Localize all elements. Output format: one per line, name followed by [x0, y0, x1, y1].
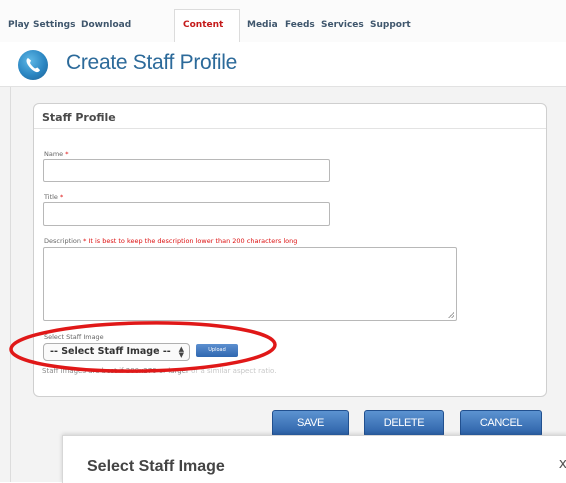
tab-feeds[interactable]: Feeds	[285, 20, 315, 30]
description-length-note: It is best to keep the description lower…	[88, 237, 298, 245]
name-required-mark: *	[65, 150, 69, 158]
title-required-mark: *	[60, 193, 64, 201]
tab-services[interactable]: Services	[321, 20, 364, 30]
annotation-ellipse	[9, 321, 277, 373]
page-header: Create Staff Profile	[0, 42, 566, 87]
cancel-button[interactable]: CANCEL	[460, 410, 542, 437]
title-field[interactable]	[43, 202, 330, 226]
phone-logo-icon	[18, 50, 48, 80]
tab-content[interactable]: Content	[183, 20, 223, 30]
name-field[interactable]	[43, 159, 330, 182]
save-button[interactable]: SAVE	[272, 410, 349, 437]
tab-play[interactable]: Play	[8, 20, 29, 30]
description-required-mark: *	[83, 237, 87, 245]
tab-download[interactable]: Download	[81, 20, 131, 30]
tab-media[interactable]: Media	[247, 20, 278, 30]
close-icon[interactable]: x	[559, 456, 566, 472]
delete-button[interactable]: DELETE	[364, 410, 444, 437]
tab-support[interactable]: Support	[370, 20, 411, 30]
resize-handle-icon[interactable]	[448, 312, 454, 318]
description-label-text: Description	[44, 237, 82, 245]
dialog-title: Select Staff Image	[87, 458, 225, 475]
panel-title: Staff Profile	[42, 111, 116, 124]
panel-divider	[34, 128, 546, 129]
title-label-text: Title	[44, 193, 58, 201]
title-label: Title *	[44, 193, 63, 201]
name-label-text: Name	[44, 150, 64, 158]
tab-settings[interactable]: Settings	[33, 20, 75, 30]
description-textarea[interactable]	[43, 247, 457, 321]
page-title: Create Staff Profile	[66, 51, 238, 74]
top-nav: Play Settings Download Content Media Fee…	[0, 0, 566, 44]
name-label: Name *	[44, 150, 69, 158]
select-image-dialog: Select Staff Image x	[62, 435, 566, 483]
description-label: Description * It is best to keep the des…	[44, 237, 297, 245]
content-divider	[10, 87, 11, 482]
